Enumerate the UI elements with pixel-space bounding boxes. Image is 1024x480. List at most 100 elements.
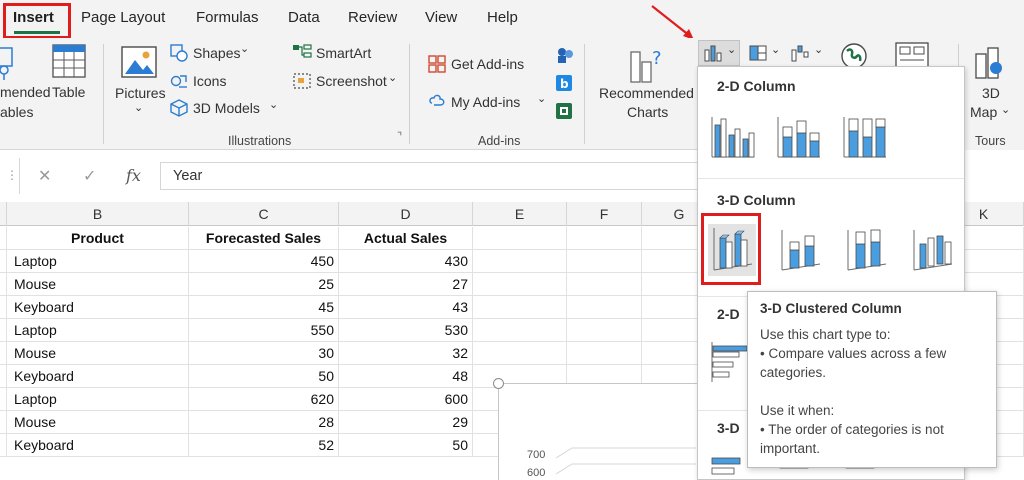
3d-column-thumbnail[interactable] xyxy=(910,228,956,274)
forecasted-sales-cell[interactable]: 550 xyxy=(189,319,339,342)
recommended-charts-icon[interactable]: ? xyxy=(627,44,667,84)
stacked-column-thumbnail[interactable] xyxy=(776,115,822,159)
column-header-f[interactable]: F xyxy=(567,202,642,226)
cell[interactable] xyxy=(567,296,642,319)
insert-function-icon[interactable]: fx xyxy=(126,166,141,185)
people-graph-icon[interactable] xyxy=(555,46,575,64)
actual-sales-cell[interactable]: 50 xyxy=(339,434,473,457)
column-header-e[interactable]: E xyxy=(473,202,567,226)
table-header-cell[interactable]: Forecasted Sales xyxy=(189,227,339,250)
table-icon[interactable] xyxy=(52,44,86,78)
actual-sales-cell[interactable]: 530 xyxy=(339,319,473,342)
tab-data[interactable]: Data xyxy=(288,9,320,26)
product-cell[interactable]: Mouse xyxy=(7,342,189,365)
percent-stacked-column-thumbnail[interactable] xyxy=(842,115,888,159)
cell[interactable] xyxy=(0,411,7,434)
pictures-button[interactable]: Pictures xyxy=(115,85,166,101)
waterfall-chart-icon[interactable] xyxy=(790,44,812,62)
product-cell[interactable]: Keyboard xyxy=(7,365,189,388)
column-header-d[interactable]: D xyxy=(339,202,473,226)
cell[interactable] xyxy=(0,342,7,365)
actual-sales-cell[interactable]: 600 xyxy=(339,388,473,411)
visio-data-icon[interactable] xyxy=(555,102,573,120)
product-cell[interactable]: Mouse xyxy=(7,411,189,434)
cell[interactable] xyxy=(473,296,567,319)
column-header-b[interactable]: B xyxy=(7,202,189,226)
recommended-pivot-label[interactable]: mended xyxy=(0,84,51,100)
formula-input[interactable] xyxy=(160,162,700,190)
tab-page-layout[interactable]: Page Layout xyxy=(81,9,165,26)
cell[interactable] xyxy=(0,296,7,319)
product-cell[interactable]: Keyboard xyxy=(7,296,189,319)
recommended-charts-button[interactable]: Recommended xyxy=(599,85,694,101)
waterfall-chevron-icon[interactable]: ⌄ xyxy=(814,43,823,56)
column-header-a[interactable] xyxy=(0,202,7,226)
actual-sales-cell[interactable]: 27 xyxy=(339,273,473,296)
screenshot-button[interactable]: Screenshot xyxy=(316,73,387,89)
my-add-ins-button[interactable]: My Add-ins xyxy=(451,94,520,110)
get-add-ins-button[interactable]: Get Add-ins xyxy=(451,56,524,72)
cell[interactable] xyxy=(0,273,7,296)
cell[interactable] xyxy=(567,319,642,342)
tab-formulas[interactable]: Formulas xyxy=(196,9,259,26)
screenshot-chevron-icon[interactable]: ⌄ xyxy=(388,71,397,84)
tab-review[interactable]: Review xyxy=(348,9,397,26)
recommended-charts-label-2[interactable]: Charts xyxy=(627,104,668,120)
product-cell[interactable]: Mouse xyxy=(7,273,189,296)
bing-maps-icon[interactable]: b xyxy=(555,74,573,92)
column-chart-chevron-icon[interactable]: ⌄ xyxy=(727,43,736,56)
cell[interactable] xyxy=(0,365,7,388)
cell[interactable] xyxy=(473,227,567,250)
cell[interactable] xyxy=(473,273,567,296)
tab-view[interactable]: View xyxy=(425,9,457,26)
product-cell[interactable]: Keyboard xyxy=(7,434,189,457)
forecasted-sales-cell[interactable]: 620 xyxy=(189,388,339,411)
3d-models-button[interactable]: 3D Models xyxy=(193,100,260,116)
cell[interactable] xyxy=(567,227,642,250)
3d-map-label-2[interactable]: Map xyxy=(970,104,997,120)
actual-sales-cell[interactable]: 430 xyxy=(339,250,473,273)
tab-help[interactable]: Help xyxy=(487,9,518,26)
column-header-c[interactable]: C xyxy=(189,202,339,226)
actual-sales-cell[interactable]: 43 xyxy=(339,296,473,319)
cell[interactable] xyxy=(473,342,567,365)
recommended-pivot-label-2[interactable]: ables xyxy=(0,104,33,120)
cell[interactable] xyxy=(567,250,642,273)
3d-percent-stacked-column-thumbnail[interactable] xyxy=(844,228,890,274)
smartart-button[interactable]: SmartArt xyxy=(316,45,371,61)
illustrations-launcher-icon[interactable]: ⌝ xyxy=(397,130,402,143)
3d-map-icon[interactable] xyxy=(972,44,1004,80)
cell[interactable] xyxy=(0,388,7,411)
actual-sales-cell[interactable]: 32 xyxy=(339,342,473,365)
cell[interactable] xyxy=(0,250,7,273)
cell[interactable] xyxy=(0,319,7,342)
product-cell[interactable]: Laptop xyxy=(7,388,189,411)
hierarchy-chevron-icon[interactable]: ⌄ xyxy=(771,43,780,56)
chart-resize-handle[interactable] xyxy=(493,378,504,389)
forecasted-sales-cell[interactable]: 25 xyxy=(189,273,339,296)
forecasted-sales-cell[interactable]: 28 xyxy=(189,411,339,434)
shapes-chevron-icon[interactable]: ⌄ xyxy=(240,42,249,55)
forecasted-sales-cell[interactable]: 450 xyxy=(189,250,339,273)
cancel-formula-icon[interactable]: ✕ xyxy=(38,166,51,186)
forecasted-sales-cell[interactable]: 45 xyxy=(189,296,339,319)
product-cell[interactable]: Laptop xyxy=(7,319,189,342)
table-button[interactable]: Table xyxy=(52,84,85,100)
3d-models-chevron-icon[interactable]: ⌄ xyxy=(269,98,278,111)
table-header-cell[interactable]: Actual Sales xyxy=(339,227,473,250)
3d-map-chevron-icon[interactable]: ⌄ xyxy=(1001,103,1010,116)
my-add-ins-chevron-icon[interactable]: ⌄ xyxy=(537,92,546,105)
hierarchy-chart-icon[interactable] xyxy=(748,44,768,62)
clustered-bar-thumbnail[interactable] xyxy=(710,340,748,384)
3d-map-button[interactable]: 3D xyxy=(982,85,1000,101)
cell[interactable] xyxy=(473,250,567,273)
forecasted-sales-cell[interactable]: 50 xyxy=(189,365,339,388)
forecasted-sales-cell[interactable]: 52 xyxy=(189,434,339,457)
actual-sales-cell[interactable]: 29 xyxy=(339,411,473,434)
cell[interactable] xyxy=(0,227,7,250)
cell[interactable] xyxy=(567,342,642,365)
forecasted-sales-cell[interactable]: 30 xyxy=(189,342,339,365)
shapes-button[interactable]: Shapes xyxy=(193,45,240,61)
table-header-cell[interactable]: Product xyxy=(7,227,189,250)
clustered-column-thumbnail[interactable] xyxy=(710,115,756,159)
